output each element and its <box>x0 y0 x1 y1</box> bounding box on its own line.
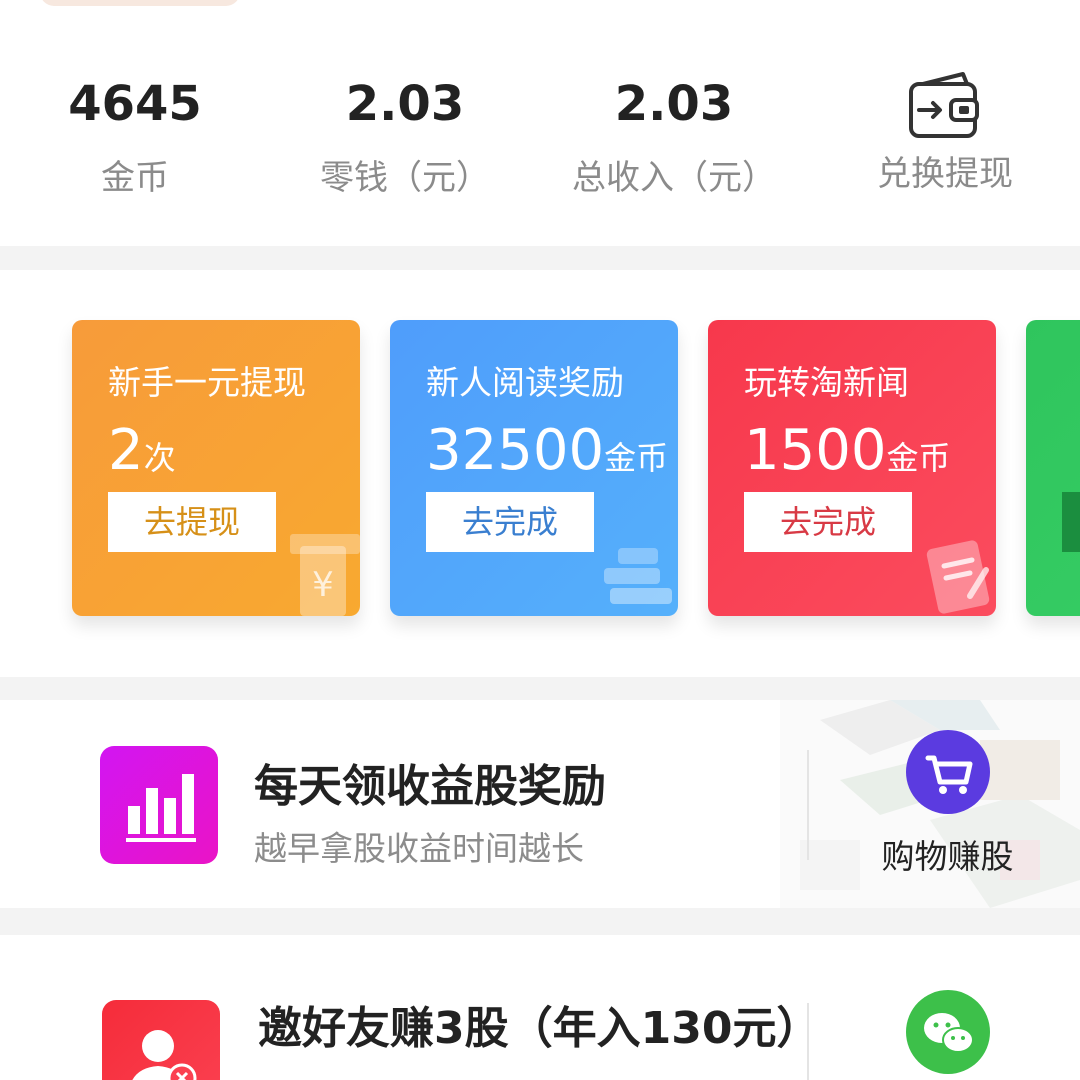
task-card-amount-unit: 金币 <box>604 439 669 477</box>
task-card-partial[interactable] <box>1026 320 1080 616</box>
top-pill <box>40 0 240 6</box>
task-card-news-play[interactable]: 玩转淘新闻 1500金币 去完成 <box>708 320 996 616</box>
task-card-title: 玩转淘新闻 <box>744 363 909 402</box>
complete-button[interactable]: 去完成 <box>426 492 594 552</box>
wallet-icon <box>909 72 979 138</box>
stat-total-income[interactable]: 2.03 总收入（元） <box>544 60 804 208</box>
section-divider <box>0 677 1080 700</box>
task-card-amount-value: 1500 <box>744 418 887 483</box>
document-edit-icon <box>926 540 990 614</box>
task-card-amount-unit: 金币 <box>886 439 951 477</box>
banner-title: 每天领收益股奖励 <box>254 761 606 812</box>
vertical-divider <box>807 1003 809 1080</box>
task-card-amount-value: 2 <box>108 418 144 483</box>
stat-value: 4645 <box>68 76 202 132</box>
atm-yuan-icon: ¥ <box>290 534 360 616</box>
bar-chart-glyph <box>126 774 196 842</box>
stat-change[interactable]: 2.03 零钱（元） <box>275 60 535 208</box>
exchange-withdraw-button[interactable]: 兑换提现 <box>815 60 1075 204</box>
wechat-icon <box>905 990 990 1074</box>
wechat-share-button[interactable] <box>860 990 1035 1074</box>
invite-title: 邀好友赚3股（年入130元） <box>258 1003 821 1054</box>
svg-text:¥: ¥ <box>312 565 334 605</box>
task-card-amount-unit: 次 <box>143 439 176 477</box>
invite-friends-row[interactable]: 邀好友赚3股（年入130元） <box>0 935 1080 1080</box>
daily-share-reward-banner[interactable]: 每天领收益股奖励 越早拿股收益时间越长 购物赚股 <box>0 700 1080 908</box>
vertical-divider <box>807 750 809 860</box>
complete-button[interactable]: 去完成 <box>744 492 912 552</box>
stat-label: 兑换提现 <box>877 154 1013 194</box>
stat-label: 总收入（元） <box>572 158 776 198</box>
task-card-amount: 32500金币 <box>426 418 668 483</box>
task-card-amount-value: 32500 <box>426 418 605 483</box>
page: 4645 金币 2.03 零钱（元） 2.03 总收入（元） 兑换提现 新手一元… <box>0 0 1080 1080</box>
stat-label: 零钱（元） <box>320 158 490 198</box>
section-divider <box>0 246 1080 270</box>
bar-chart-icon <box>100 746 218 864</box>
stat-value: 2.03 <box>614 76 734 132</box>
shopping-cart-icon <box>905 730 990 814</box>
stat-value: 2.03 <box>345 76 465 132</box>
side-button-label: 购物赚股 <box>881 837 1014 876</box>
task-card-new-reader-reward[interactable]: 新人阅读奖励 32500金币 去完成 <box>390 320 678 616</box>
section-divider <box>0 908 1080 935</box>
task-card-amount: 1500金币 <box>744 418 951 483</box>
user-icon <box>102 1000 220 1080</box>
shopping-earn-shares-button[interactable]: 购物赚股 <box>860 730 1035 878</box>
stats-row: 4645 金币 2.03 零钱（元） 2.03 总收入（元） 兑换提现 <box>0 60 1080 230</box>
withdraw-button[interactable]: 去提现 <box>108 492 276 552</box>
wechat-glyph <box>923 1013 974 1053</box>
task-cards-carousel[interactable]: 新手一元提现 2次 去提现 ¥ 新人阅读奖励 32500金币 去完成 玩转淘新闻… <box>0 270 1080 675</box>
banner-subtitle: 越早拿股收益时间越长 <box>254 829 584 868</box>
task-card-newbie-withdraw[interactable]: 新手一元提现 2次 去提现 ¥ <box>72 320 360 616</box>
task-card-title: 新人阅读奖励 <box>426 363 624 402</box>
stat-label: 金币 <box>101 158 169 198</box>
task-card-title: 新手一元提现 <box>108 363 306 402</box>
stat-coins[interactable]: 4645 金币 <box>5 60 265 208</box>
shopping-cart-glyph <box>925 755 972 794</box>
user-glyph <box>132 1030 197 1080</box>
partial-button[interactable] <box>1062 492 1080 552</box>
task-card-amount: 2次 <box>108 418 176 483</box>
stack-icon <box>604 548 672 604</box>
